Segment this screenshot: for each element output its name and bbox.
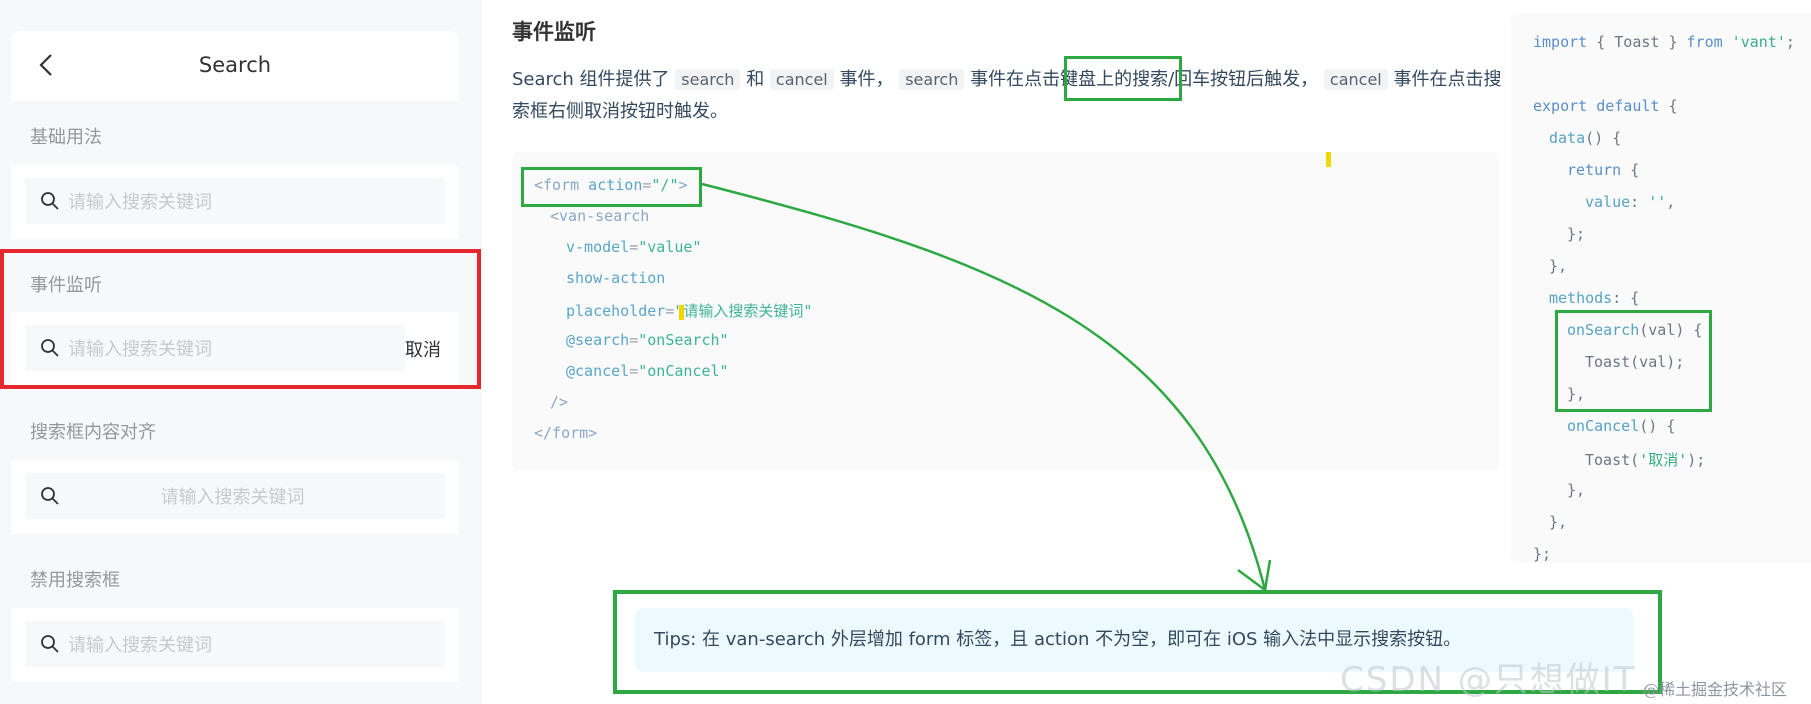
annotation-arrow xyxy=(701,182,1272,593)
watermark-site: @稀土掘金技术社区 xyxy=(1643,680,1788,699)
watermark: CSDN @只想做IT xyxy=(1340,660,1637,700)
